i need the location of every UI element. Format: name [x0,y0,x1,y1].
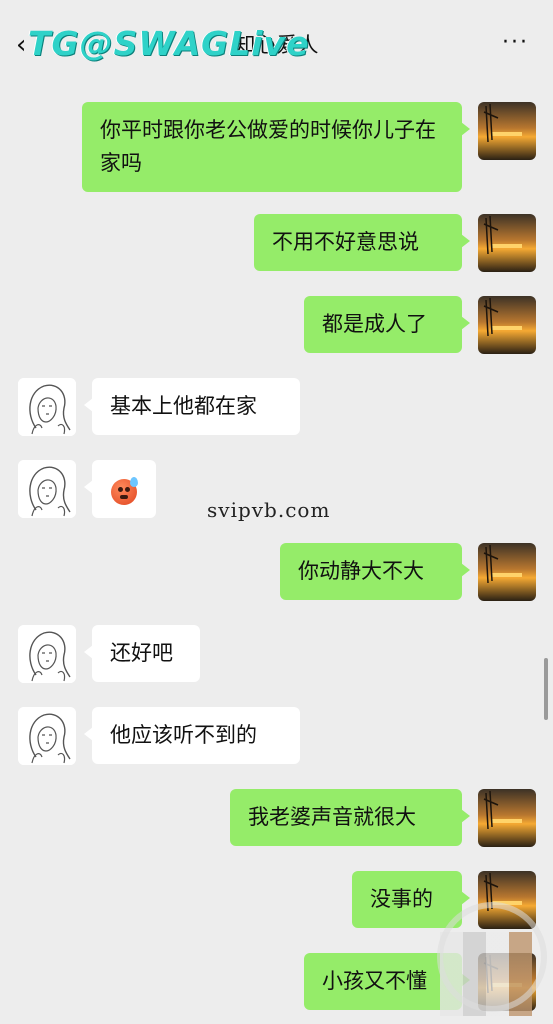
received-message-bubble[interactable] [84,460,156,518]
sketch-woman-avatar-image [18,625,76,683]
my-avatar[interactable] [478,543,536,601]
sketch-woman-avatar-image [18,460,76,518]
message-text: 你平时跟你老公做爱的时候你儿子在家吗 [100,118,436,175]
contact-avatar[interactable] [18,460,76,518]
sent-message-bubble[interactable]: 我老婆声音就很大 [230,789,470,846]
message-text: 基本上他都在家 [110,394,257,418]
contact-avatar[interactable] [18,378,76,436]
message-text: 你动静大不大 [298,559,424,583]
message-text: 都是成人了 [322,312,427,336]
received-message-bubble[interactable]: 还好吧 [84,625,200,682]
contact-avatar[interactable] [18,625,76,683]
anxious-sweat-face-icon [111,477,138,505]
message-text: 不用不好意思说 [272,230,419,254]
message-text: 没事的 [370,887,433,911]
sunset-avatar-image [478,214,536,272]
sunset-avatar-image [478,543,536,601]
message-text: 我老婆声音就很大 [248,805,416,829]
received-message-bubble[interactable]: 他应该听不到的 [84,707,300,764]
sent-message-bubble[interactable]: 没事的 [352,871,470,928]
contact-avatar[interactable] [18,707,76,765]
my-avatar[interactable] [478,789,536,847]
sent-message-bubble[interactable]: 都是成人了 [304,296,470,353]
more-dots-icon[interactable]: ··· [502,28,529,58]
sent-message-bubble[interactable]: 不用不好意思说 [254,214,470,271]
message-text: 他应该听不到的 [110,723,257,747]
my-avatar[interactable] [478,296,536,354]
sunset-avatar-image [478,296,536,354]
sketch-woman-avatar-image [18,707,76,765]
watermark-middle: svipvb.com [207,498,331,522]
sent-message-bubble[interactable]: 你动静大不大 [280,543,470,600]
sunset-avatar-image [478,102,536,160]
sketch-woman-avatar-image [18,378,76,436]
watermark-top: TG@SWAGLive [28,24,310,63]
watermark-logo-icon [437,902,547,1012]
my-avatar[interactable] [478,214,536,272]
sunset-avatar-image [478,789,536,847]
received-message-bubble[interactable]: 基本上他都在家 [84,378,300,435]
message-text: 小孩又不懂 [322,969,427,993]
my-avatar[interactable] [478,102,536,160]
sent-message-bubble[interactable]: 你平时跟你老公做爱的时候你儿子在家吗 [82,102,470,192]
scrollbar[interactable] [544,658,548,720]
message-text: 还好吧 [110,641,173,665]
